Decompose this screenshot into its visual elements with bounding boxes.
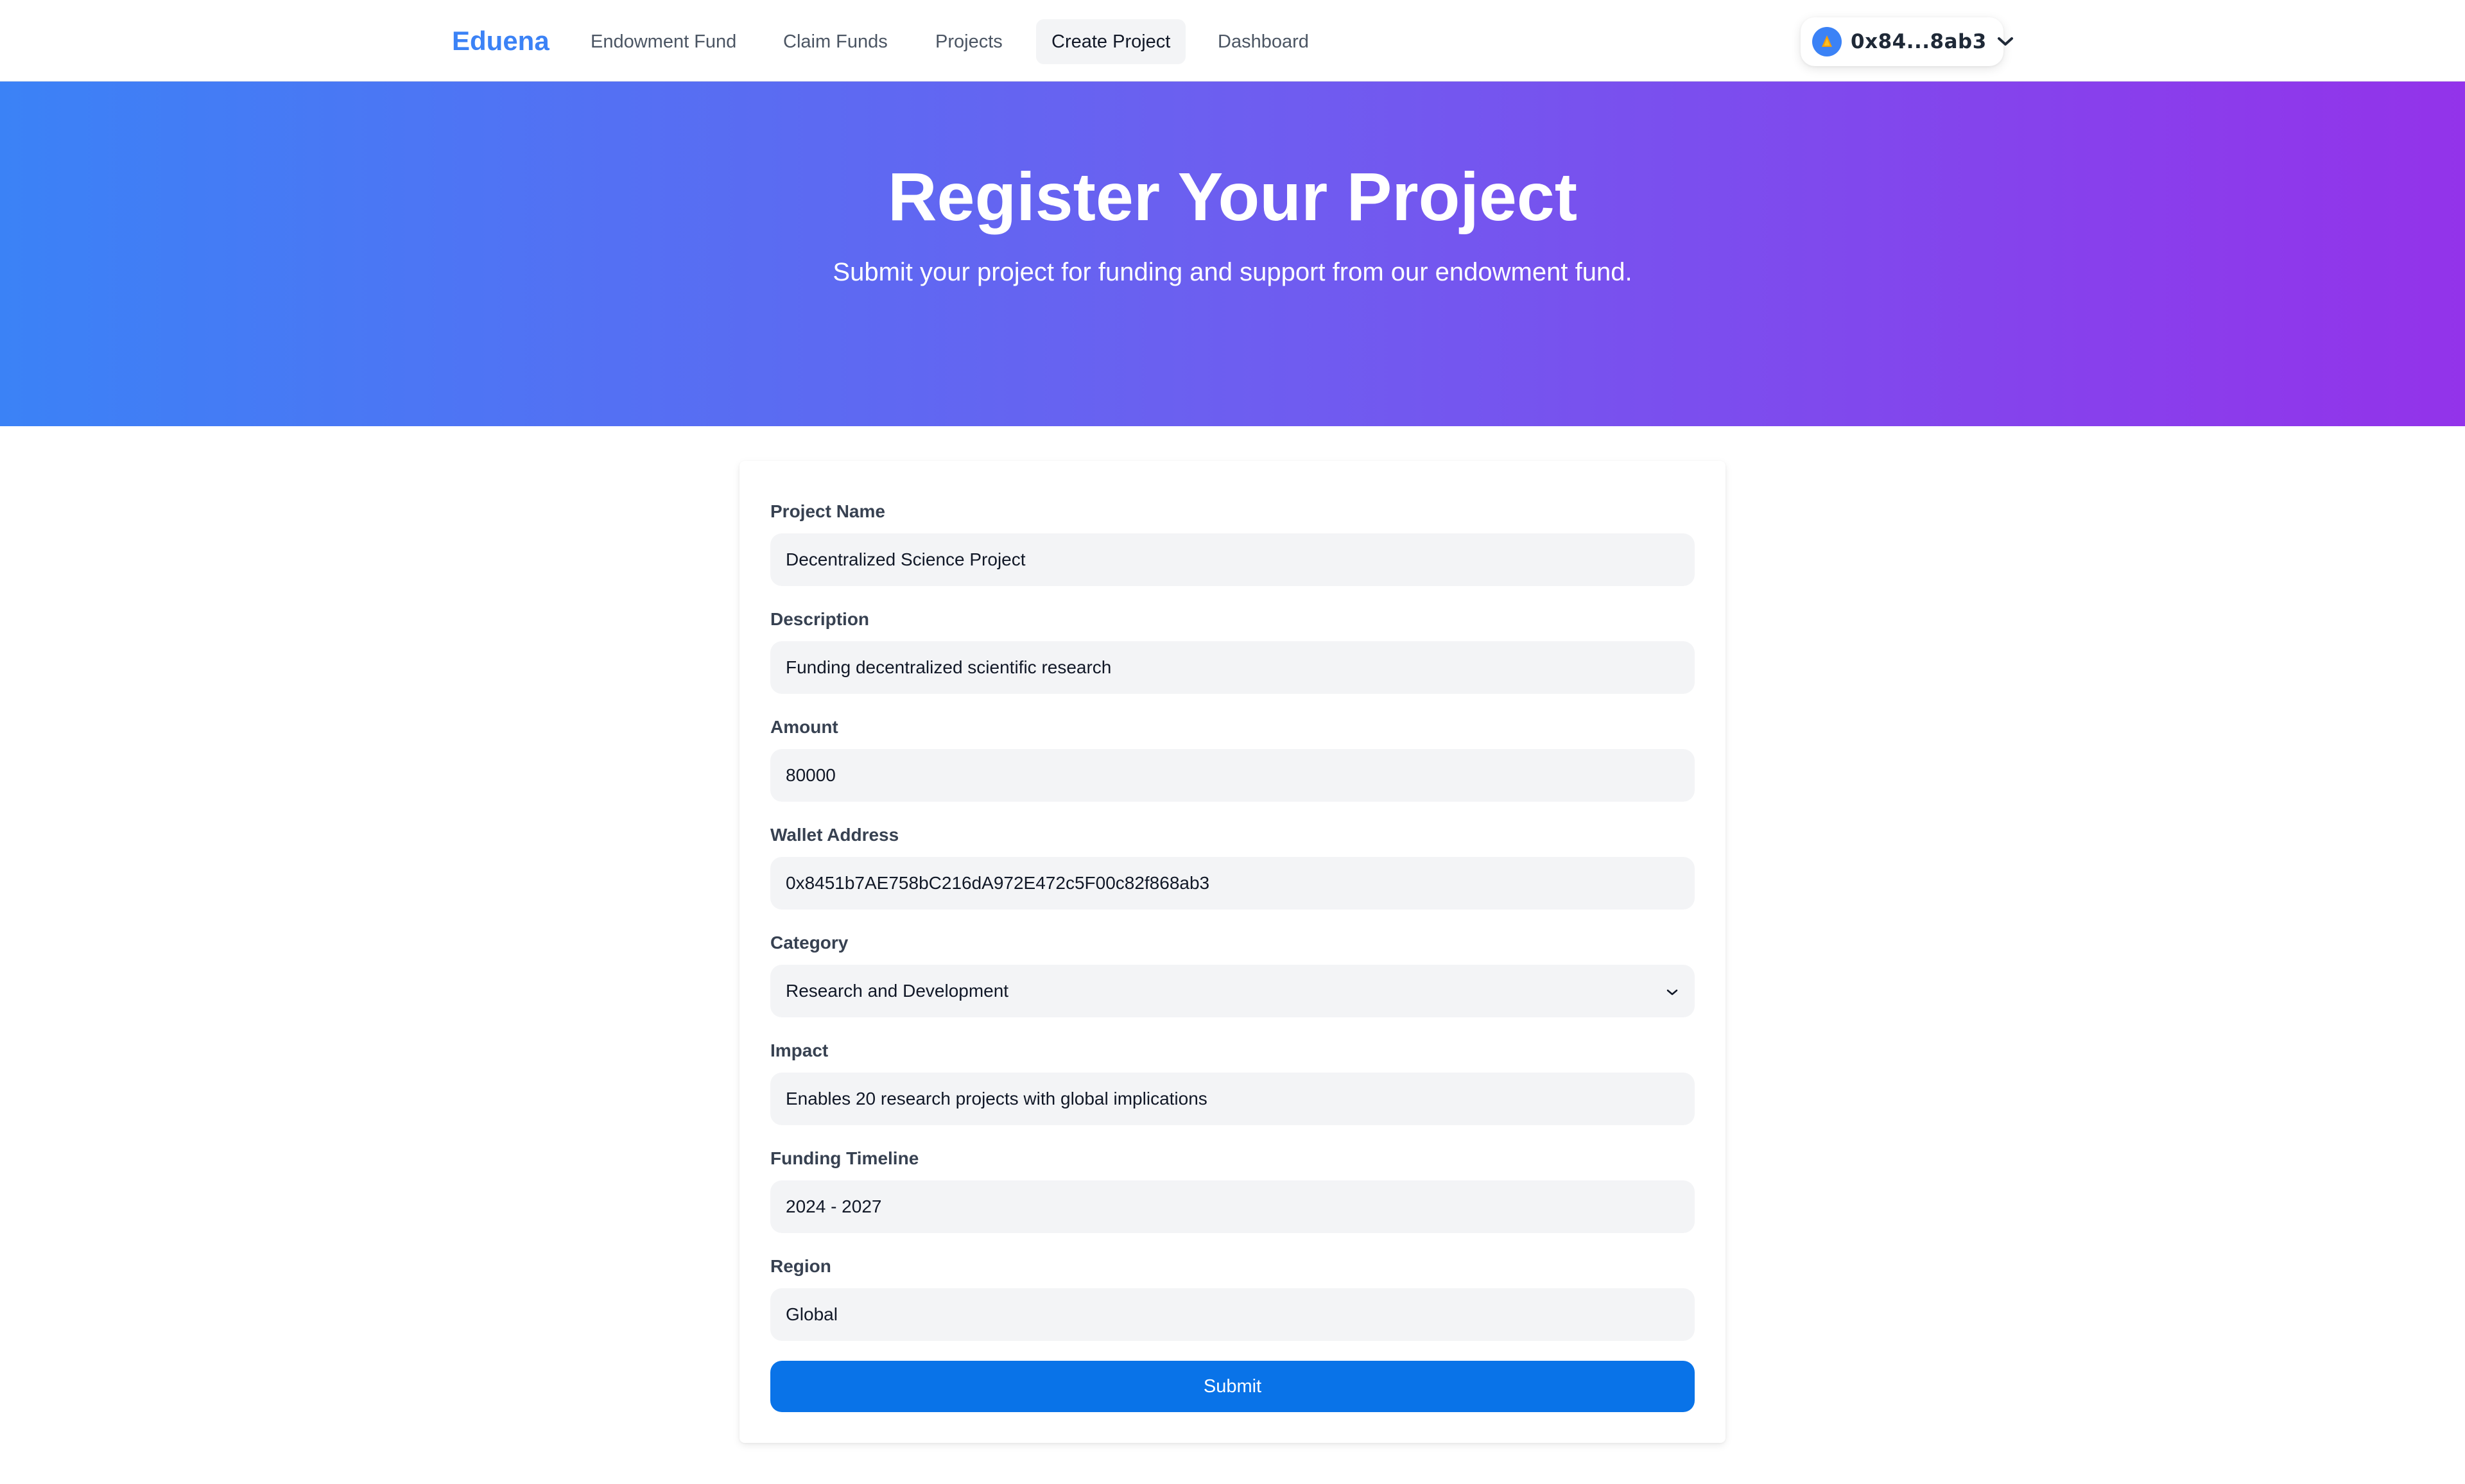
wallet-address: 0x84...8ab3	[1851, 30, 1987, 53]
amount-input[interactable]	[770, 749, 1695, 802]
project-name-input[interactable]	[770, 533, 1695, 586]
nav-link-create-project[interactable]: Create Project	[1036, 19, 1186, 64]
category-selected-value: Research and Development	[786, 981, 1009, 1001]
brand-logo[interactable]: Eduena	[452, 26, 549, 56]
impact-input[interactable]	[770, 1073, 1695, 1125]
region-input[interactable]	[770, 1288, 1695, 1341]
chevron-down-icon	[1665, 981, 1679, 1001]
network-avatar-icon	[1812, 27, 1842, 56]
nav-link-endowment-fund[interactable]: Endowment Fund	[575, 19, 752, 64]
wallet-address-input[interactable]	[770, 857, 1695, 910]
wallet-address-label: Wallet Address	[770, 825, 899, 845]
region-label: Region	[770, 1256, 831, 1276]
funding-timeline-input[interactable]	[770, 1180, 1695, 1233]
submit-button[interactable]: Submit	[770, 1361, 1695, 1412]
description-label: Description	[770, 609, 870, 629]
project-name-label: Project Name	[770, 501, 885, 521]
chevron-down-icon	[1997, 36, 2014, 47]
category-select[interactable]: Research and Development	[770, 965, 1695, 1017]
nav-link-dashboard[interactable]: Dashboard	[1202, 19, 1324, 64]
page-subtitle: Submit your project for funding and supp…	[833, 258, 1632, 286]
hero-banner: Register Your Project Submit your projec…	[0, 82, 2465, 426]
impact-label: Impact	[770, 1040, 829, 1060]
top-navbar: Eduena Endowment Fund Claim Funds Projec…	[0, 0, 2465, 82]
wallet-connect-button[interactable]: 0x84...8ab3	[1801, 17, 2013, 66]
nav-link-projects[interactable]: Projects	[920, 19, 1018, 64]
description-input[interactable]	[770, 641, 1695, 694]
amount-label: Amount	[770, 717, 838, 737]
funding-timeline-label: Funding Timeline	[770, 1148, 919, 1168]
project-form-card: Project Name Description Amount Wallet A…	[740, 461, 1726, 1443]
nav-link-claim-funds[interactable]: Claim Funds	[768, 19, 903, 64]
category-label: Category	[770, 933, 849, 953]
page-title: Register Your Project	[887, 159, 1578, 235]
